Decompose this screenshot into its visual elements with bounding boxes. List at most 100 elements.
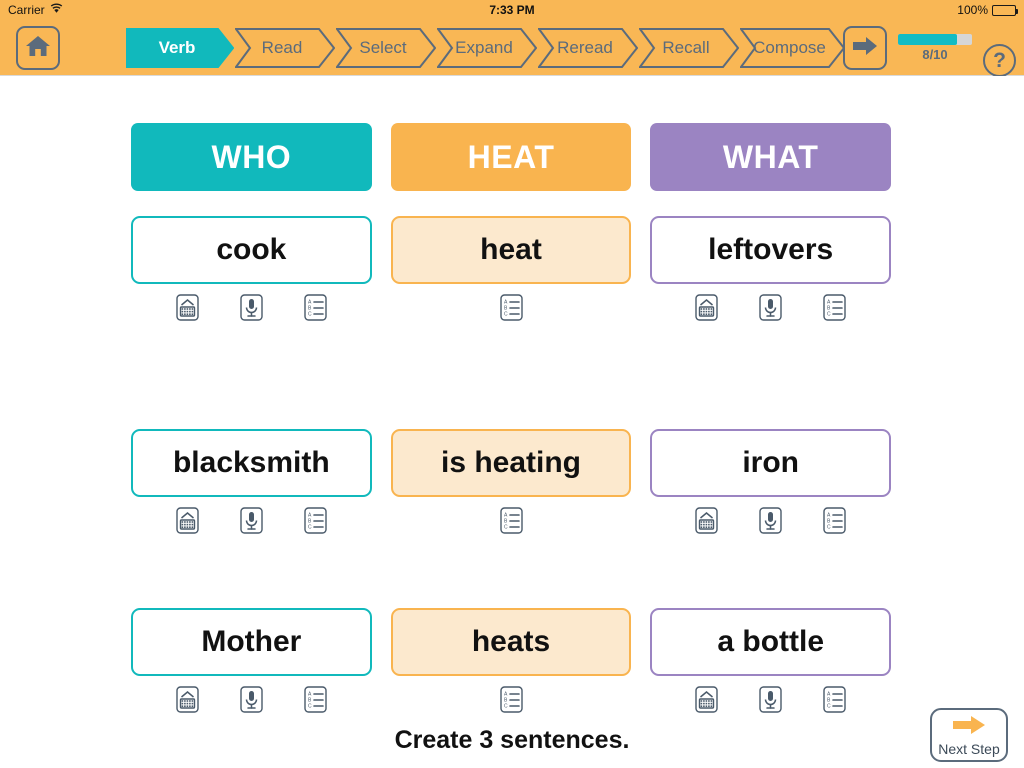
svg-text:C: C [827,703,831,709]
word-card-icon-row: ABC [650,292,891,322]
word-column-heat: HEAT heat A B C is heating A B C heats A B C [390,123,632,714]
microphone-icon[interactable] [758,292,784,322]
word-column-who: WHO cook A B C blacksmith A B C Mother A B C [131,123,372,714]
word-block: Mother A B C [131,608,372,714]
svg-text:C: C [308,311,312,317]
progress-indicator: 8/10 [898,34,972,62]
list-options-icon[interactable]: ABC [498,505,524,535]
progress-fill [898,34,958,45]
breadcrumb: Verb Read Select Expand Reread Recall Compose [126,28,846,68]
word-card-icon-row: ABC [391,292,632,322]
word-card-label: is heating [440,446,582,479]
svg-text:C: C [504,703,508,709]
breadcrumb-step-label: Select [359,38,407,57]
breadcrumb-step-label: Reread [557,38,613,57]
word-card[interactable]: a bottle [650,608,892,676]
word-column-what: WHAT leftovers A B C iron A B C a bottle A B C [650,123,892,714]
word-card-icon-row: ABC [650,505,891,535]
forward-button[interactable] [843,26,887,70]
word-card-label: cook [216,233,287,266]
keyboard-icon[interactable] [694,292,720,322]
word-card-icon-row: ABC [650,684,891,714]
list-options-icon[interactable]: ABC [302,292,328,322]
word-card[interactable]: Mother [131,608,372,676]
word-card[interactable]: is heating [390,429,632,497]
category-header-label: WHO [211,138,292,175]
word-block: a bottle A B C [650,608,892,714]
keyboard-icon[interactable] [694,684,720,714]
microphone-icon[interactable] [238,505,264,535]
breadcrumb-step-reread[interactable]: Reread [538,28,638,68]
microphone-icon[interactable] [758,505,784,535]
word-card-icon-row: ABC [131,505,372,535]
breadcrumb-step-expand[interactable]: Expand [437,28,537,68]
word-card[interactable]: cook [131,216,372,284]
word-block: is heating A B C [390,429,632,535]
keyboard-icon[interactable] [174,684,200,714]
list-options-icon[interactable]: ABC [822,505,848,535]
breadcrumb-step-read[interactable]: Read [235,28,335,68]
word-card-icon-row: ABC [131,684,372,714]
word-block: heat A B C [390,216,632,322]
list-options-icon[interactable]: ABC [498,684,524,714]
word-card[interactable]: heat [390,216,632,284]
word-card-label: blacksmith [172,446,330,479]
word-card-label: a bottle [717,625,825,658]
list-options-icon[interactable]: ABC [822,292,848,322]
home-icon [25,34,51,63]
svg-text:C: C [827,311,831,317]
svg-text:C: C [827,524,831,530]
progress-track [898,34,972,45]
word-block: heats A B C [390,608,632,714]
next-step-button[interactable]: Next Step [930,708,1008,762]
word-card[interactable]: leftovers [650,216,892,284]
word-card[interactable]: iron [650,429,892,497]
breadcrumb-step-select[interactable]: Select [336,28,436,68]
help-button[interactable]: ? [983,44,1016,77]
word-card-label: heat [480,233,542,266]
word-block: blacksmith A B C [131,429,372,535]
word-block: leftovers A B C [650,216,892,322]
breadcrumb-step-label: Compose [753,38,826,57]
svg-text:C: C [504,524,508,530]
category-header-label: WHAT [722,138,819,175]
keyboard-icon[interactable] [174,292,200,322]
list-options-icon[interactable]: ABC [302,684,328,714]
list-options-icon[interactable]: ABC [302,505,328,535]
breadcrumb-step-label: Expand [455,38,513,57]
progress-label: 8/10 [922,47,948,62]
battery-percent-label: 100% [957,3,988,17]
category-header-who[interactable]: WHO [131,123,372,191]
arrow-right-icon [951,714,987,741]
word-card[interactable]: blacksmith [131,429,372,497]
keyboard-icon[interactable] [174,505,200,535]
battery-full-icon [992,4,1018,16]
breadcrumb-step-verb[interactable]: Verb [126,28,234,68]
category-header-heat[interactable]: HEAT [390,123,632,191]
breadcrumb-step-recall[interactable]: Recall [639,28,739,68]
status-bar: Carrier 7:33 PM 100% [0,0,1024,20]
microphone-icon[interactable] [238,292,264,322]
microphone-icon[interactable] [758,684,784,714]
list-options-icon[interactable]: ABC [498,292,524,322]
next-step-label: Next Step [938,741,1000,757]
breadcrumb-step-compose[interactable]: Compose [740,28,845,68]
word-block: cook A B C [131,216,372,322]
main-content: WHO cook A B C blacksmith A B C Mother A B C HEAT heat… [0,76,1024,768]
home-button[interactable] [16,26,60,70]
arrow-right-icon [852,34,878,63]
keyboard-icon[interactable] [694,505,720,535]
microphone-icon[interactable] [238,684,264,714]
svg-text:C: C [308,524,312,530]
status-bar-clock: 7:33 PM [489,3,535,17]
list-options-icon[interactable]: ABC [822,684,848,714]
word-card-icon-row: ABC [391,684,632,714]
word-columns: WHO cook A B C blacksmith A B C Mother A B C HEAT heat… [131,123,892,714]
status-bar-right: 100% [957,3,1018,17]
category-header-what[interactable]: WHAT [650,123,892,191]
breadcrumb-step-label: Recall [662,38,710,57]
word-card-label: heats [471,625,551,658]
word-card-icon-row: ABC [131,292,372,322]
breadcrumb-step-label: Read [261,38,303,57]
word-card[interactable]: heats [390,608,632,676]
